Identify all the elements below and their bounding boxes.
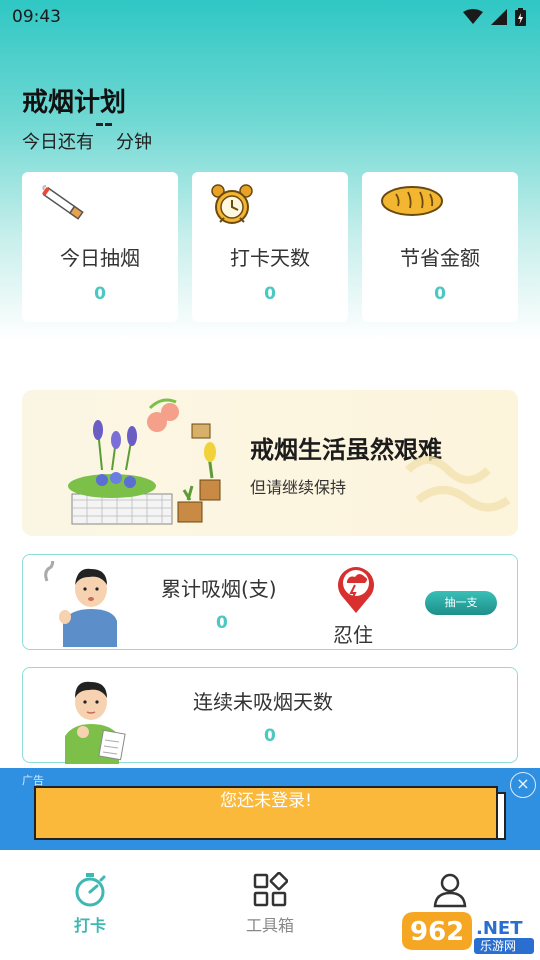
status-bar: 09:43: [0, 0, 540, 34]
nav-label: 工具箱: [245, 916, 294, 935]
banner-watermark-graphic: [405, 456, 511, 512]
remaining-minutes-placeholder: [96, 122, 114, 152]
streak-label: 连续未吸烟天数: [193, 690, 333, 714]
site-watermark-logo: 962 .NET 乐游网: [402, 912, 534, 954]
flower-pots-illustration: [68, 398, 221, 525]
battery-icon: [515, 8, 526, 26]
stat-card-checkin-days[interactable]: 打卡天数 0: [192, 172, 348, 322]
status-time: 09:43: [12, 7, 61, 27]
cumulative-smoking-value: 0: [216, 613, 228, 633]
user-icon: [433, 873, 467, 908]
cumulative-smoking-label: 累计吸烟(支): [161, 577, 277, 601]
smoke-free-streak-card: 连续未吸烟天数 0: [22, 667, 518, 764]
svg-text:962: 962: [410, 917, 464, 947]
writing-man-illustration: [65, 681, 126, 764]
ad-close-icon[interactable]: ×: [510, 772, 536, 798]
stat-label: 今日抽烟: [60, 246, 140, 270]
subtitle-prefix: 今日还有: [22, 132, 94, 153]
stopwatch-icon: [75, 873, 106, 907]
nav-tab-toolbox[interactable]: 工具箱: [210, 872, 330, 936]
stat-label: 节省金额: [400, 246, 480, 270]
svg-text:乐游网: 乐游网: [480, 939, 516, 953]
stat-value: 0: [94, 284, 106, 304]
page-title: 戒烟计划: [22, 88, 127, 118]
resist-label[interactable]: 忍住: [333, 619, 373, 648]
banner-subtitle: 但请继续保持: [250, 478, 347, 497]
svg-text:.NET: .NET: [476, 918, 523, 939]
alarm-clock-icon: [211, 184, 253, 224]
ad-message-box[interactable]: 您还未登录!: [34, 786, 498, 840]
smoking-man-illustration: [44, 561, 117, 647]
stat-label: 打卡天数: [230, 246, 310, 270]
stat-value: 0: [264, 284, 276, 304]
storm-badge-icon[interactable]: [335, 563, 377, 615]
nav-label: 打卡: [73, 916, 106, 935]
streak-value: 0: [264, 726, 276, 746]
signal-icon: [491, 9, 507, 25]
cumulative-smoking-card: 累计吸烟(支) 0 忍住 抽一支: [22, 554, 518, 650]
ad-banner[interactable]: 广告 您还未登录! ×: [0, 768, 540, 850]
remaining-time-text: 今日还有 分钟: [22, 122, 152, 154]
stat-card-money-saved[interactable]: 节省金额 0: [362, 172, 518, 322]
bread-icon: [381, 186, 443, 216]
smoke-one-button[interactable]: 抽一支: [425, 591, 497, 615]
stat-value: 0: [434, 284, 446, 304]
cigarette-icon: [42, 185, 84, 220]
subtitle-suffix: 分钟: [116, 132, 152, 153]
status-icons: [463, 8, 526, 26]
grid-icon: [253, 872, 288, 907]
motivation-banner: 戒烟生活虽然艰难 但请继续保持: [22, 390, 518, 536]
nav-tab-checkin[interactable]: 打卡: [30, 872, 150, 936]
wifi-icon: [463, 9, 483, 24]
stat-card-today-smoking[interactable]: 今日抽烟 0: [22, 172, 178, 322]
